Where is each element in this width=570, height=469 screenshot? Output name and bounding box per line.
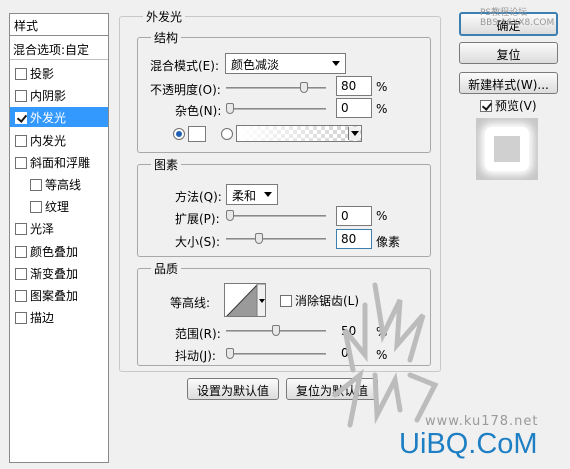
- style-item-label: 内发光: [30, 133, 67, 148]
- spread-field[interactable]: 0: [336, 206, 372, 226]
- size-unit: 像素: [376, 235, 401, 249]
- chevron-down-icon: [348, 127, 360, 140]
- style-item[interactable]: 描边: [10, 307, 108, 327]
- antialias-checkbox[interactable]: [280, 295, 292, 307]
- style-item-checkbox[interactable]: [15, 134, 27, 147]
- range-slider-thumb[interactable]: [272, 325, 280, 336]
- technique-select[interactable]: 柔和: [226, 184, 278, 205]
- styles-list-panel: 样式 混合选项:自定 投影内阴影外发光内发光斜面和浮雕等高线纹理光泽颜色叠加渐变…: [9, 13, 109, 463]
- style-item[interactable]: 颜色叠加: [10, 241, 108, 261]
- style-item-label: 图案叠加: [30, 289, 79, 303]
- size-label: 大小(S):: [175, 235, 221, 249]
- style-item-label: 颜色叠加: [30, 244, 79, 259]
- styles-header[interactable]: 样式: [10, 14, 108, 36]
- chevron-down-icon: [264, 192, 272, 197]
- outer-glow-title: 外发光: [143, 8, 186, 25]
- watermark-logo-graphic: [332, 282, 439, 428]
- opacity-slider-thumb[interactable]: [299, 82, 308, 93]
- preview-checkbox-row[interactable]: 预览(V): [480, 97, 537, 114]
- style-item-checkbox[interactable]: [30, 201, 42, 214]
- watermark-site: www.ku178.net: [425, 414, 539, 429]
- elements-title: 图素: [151, 156, 182, 173]
- quality-title: 品质: [151, 260, 182, 277]
- opacity-field[interactable]: 80: [336, 76, 372, 96]
- new-style-button[interactable]: 新建样式(W)...: [459, 72, 558, 94]
- style-item[interactable]: 等高线: [10, 174, 108, 194]
- noise-slider-thumb[interactable]: [226, 103, 234, 114]
- size-field[interactable]: 80: [336, 229, 372, 249]
- blend-mode-value: 颜色减淡: [231, 58, 280, 72]
- noise-label: 杂色(N):: [175, 104, 222, 118]
- style-item[interactable]: 投影: [10, 63, 108, 83]
- style-item-checkbox[interactable]: [15, 245, 27, 258]
- solid-color-radio[interactable]: [173, 128, 185, 140]
- style-item[interactable]: 光泽: [10, 218, 108, 238]
- technique-label: 方法(Q):: [175, 190, 222, 204]
- style-item-label: 描边: [30, 311, 55, 326]
- spread-percent: %: [376, 209, 388, 223]
- noise-field[interactable]: 0: [336, 98, 372, 118]
- style-item-checkbox[interactable]: [15, 112, 27, 125]
- spread-label: 扩展(P):: [175, 212, 220, 226]
- size-slider[interactable]: [226, 233, 326, 244]
- style-item-label: 渐变叠加: [30, 266, 79, 281]
- blend-mode-select[interactable]: 颜色减淡: [225, 53, 346, 74]
- contour-picker[interactable]: [224, 283, 266, 317]
- technique-value: 柔和: [232, 189, 257, 203]
- style-item-checkbox[interactable]: [15, 68, 27, 80]
- style-item[interactable]: 斜面和浮雕: [10, 152, 108, 172]
- watermark-brand: UiBQ.CoM: [399, 428, 538, 460]
- style-item[interactable]: 纹理: [10, 196, 108, 216]
- gradient-radio[interactable]: [221, 128, 233, 140]
- style-item-checkbox[interactable]: [15, 156, 27, 169]
- glow-gradient-picker[interactable]: [236, 125, 362, 142]
- range-label: 范围(R):: [175, 327, 221, 341]
- style-item[interactable]: 内阴影: [10, 85, 108, 105]
- style-item[interactable]: 渐变叠加: [10, 263, 108, 283]
- style-item-checkbox[interactable]: [15, 223, 27, 236]
- style-item-label: 内阴影: [30, 89, 67, 104]
- noise-slider[interactable]: [226, 103, 326, 114]
- structure-title: 结构: [151, 29, 182, 46]
- style-item[interactable]: 内发光: [10, 130, 108, 150]
- opacity-slider[interactable]: [226, 82, 326, 93]
- jitter-label: 抖动(J):: [175, 349, 216, 363]
- style-item-checkbox[interactable]: [30, 179, 42, 191]
- opacity-percent: %: [376, 80, 388, 94]
- watermark-top: PS教程论坛 BBS.16XX8.COM: [480, 8, 555, 28]
- blending-options-item[interactable]: 混合选项:自定: [10, 38, 108, 60]
- style-preview-thumbnail: [476, 118, 538, 180]
- style-item-label: 斜面和浮雕: [30, 155, 91, 170]
- preview-label: 预览(V): [495, 99, 537, 113]
- reset-button[interactable]: 复位: [459, 42, 558, 64]
- contour-label: 等高线:: [170, 296, 211, 310]
- style-item-checkbox[interactable]: [15, 290, 27, 302]
- glow-color-swatch[interactable]: [188, 126, 206, 142]
- style-item-label: 投影: [30, 67, 55, 81]
- style-item-label: 纹理: [45, 200, 70, 215]
- chevron-down-icon: [332, 61, 340, 66]
- style-item-checkbox[interactable]: [15, 312, 27, 325]
- style-item[interactable]: 图案叠加: [10, 285, 108, 305]
- style-item-checkbox[interactable]: [15, 90, 27, 103]
- contour-curve-icon: [226, 284, 265, 316]
- style-item-checkbox[interactable]: [15, 267, 27, 280]
- noise-percent: %: [376, 102, 388, 116]
- style-item[interactable]: 外发光: [10, 107, 108, 128]
- blend-mode-label: 混合模式(E):: [150, 59, 219, 73]
- opacity-label: 不透明度(O):: [150, 83, 221, 97]
- preview-checkbox[interactable]: [480, 100, 492, 112]
- style-item-label: 外发光: [30, 111, 67, 126]
- make-default-button[interactable]: 设置为默认值: [187, 378, 279, 400]
- spread-slider[interactable]: [226, 210, 326, 221]
- jitter-slider-thumb[interactable]: [226, 348, 234, 359]
- size-slider-thumb[interactable]: [255, 233, 264, 244]
- style-item-label: 等高线: [45, 178, 82, 192]
- spread-slider-thumb[interactable]: [226, 210, 234, 221]
- style-item-label: 光泽: [30, 222, 55, 237]
